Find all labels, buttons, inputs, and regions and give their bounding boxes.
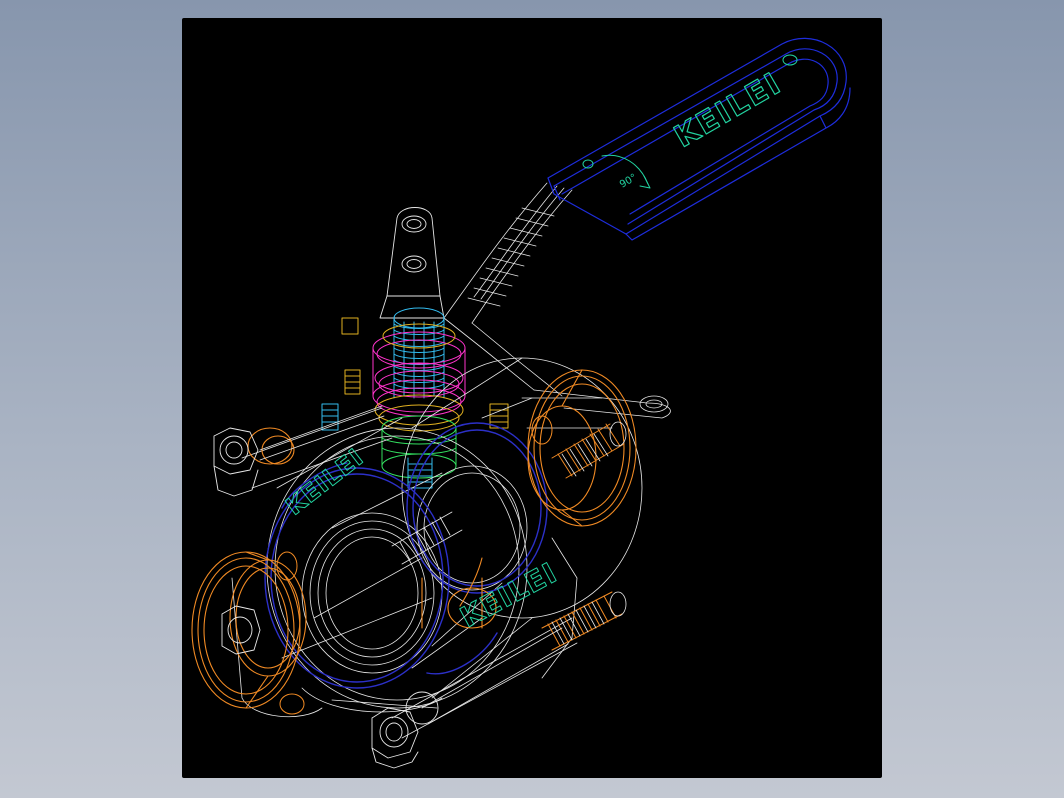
ball-valve-wireframe: KEILEI 90° KEILEI KEILEI	[191, 37, 851, 769]
nut-upper-left	[213, 427, 259, 497]
cad-viewport[interactable]: KEILEI 90° KEILEI KEILEI	[182, 18, 882, 778]
stud-lower-right	[541, 591, 627, 651]
lever-handle: KEILEI 90°	[443, 37, 851, 419]
nut-lower	[371, 691, 439, 769]
stud-upper-right	[551, 421, 627, 479]
angle-mark: 90°	[618, 172, 639, 190]
body-brand-side: KEILEI	[455, 556, 563, 634]
locking-tab	[379, 207, 445, 319]
nut-left-mid	[221, 605, 261, 655]
tie-rods	[259, 397, 569, 725]
